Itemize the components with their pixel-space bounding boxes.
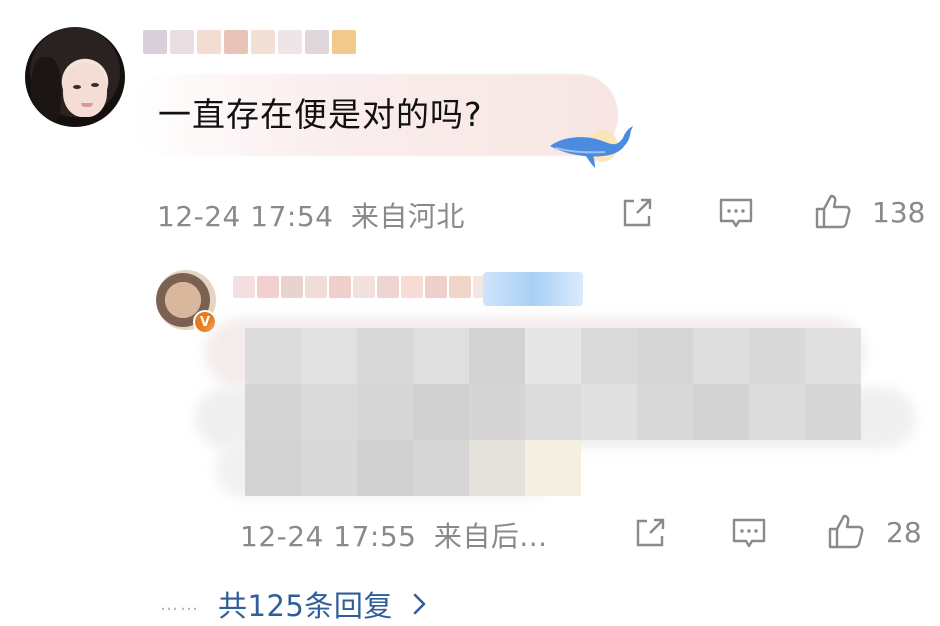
chevron-right-icon[interactable] [411, 591, 429, 617]
mosaic-cell [749, 384, 805, 440]
mosaic-cell [469, 440, 525, 496]
mosaic-cell [525, 440, 581, 496]
mosaic-empty [693, 440, 749, 496]
commenter-avatar[interactable] [25, 27, 125, 127]
reply-like-count: 28 [886, 516, 922, 549]
mosaic-cell [357, 328, 413, 384]
mosaic-cell [245, 328, 301, 384]
mosaic-cell [525, 328, 581, 384]
mosaic-cell [581, 328, 637, 384]
blur-pixel [251, 30, 275, 54]
comment-meta: 12-24 17:54 来自河北 [157, 195, 465, 235]
dots-separator: …… [160, 593, 200, 615]
mosaic-cell [245, 384, 301, 440]
mosaic-cell [469, 328, 525, 384]
mosaic-cell [413, 384, 469, 440]
comment-date: 12-24 17:54 [157, 200, 334, 233]
mosaic-cell [413, 328, 469, 384]
mosaic-cell [357, 384, 413, 440]
share-icon[interactable] [617, 193, 657, 233]
mosaic-cell [301, 384, 357, 440]
blur-pixel [143, 30, 167, 54]
more-replies-row[interactable]: …… 共125条回复 [160, 583, 429, 625]
like-count: 138 [872, 196, 926, 229]
blur-pixel [449, 276, 471, 298]
blur-pixel [197, 30, 221, 54]
blur-pixel [233, 276, 255, 298]
blur-pixel [281, 276, 303, 298]
avatar-eye [91, 83, 99, 87]
reply-text-mosaic [195, 318, 920, 503]
thumbs-up-icon[interactable] [826, 511, 866, 551]
share-icon[interactable] [630, 513, 670, 553]
mosaic-cell [637, 384, 693, 440]
avatar-eye [73, 85, 81, 89]
blur-pixel [332, 30, 356, 54]
mosaic-cell [413, 440, 469, 496]
more-replies-link[interactable]: 共125条回复 [218, 583, 393, 625]
blur-pixel [353, 276, 375, 298]
mosaic-cell [693, 384, 749, 440]
thumbs-up-icon[interactable] [813, 191, 853, 231]
mosaic-cell [301, 328, 357, 384]
mosaic-cell [805, 384, 861, 440]
comment-icon[interactable] [729, 513, 769, 553]
blur-pixel [329, 276, 351, 298]
blur-pixel [425, 276, 447, 298]
mosaic-cell [581, 384, 637, 440]
blur-pixel [257, 276, 279, 298]
blur-pixel [401, 276, 423, 298]
mosaic-empty [581, 440, 637, 496]
reply-meta: 12-24 17:55 来自后... [240, 515, 548, 555]
reply-date: 12-24 17:55 [240, 520, 417, 553]
blur-pixel [170, 30, 194, 54]
mosaic-cell [245, 440, 301, 496]
mosaic-cell [805, 328, 861, 384]
blur-pixel [305, 276, 327, 298]
mosaic-cell [469, 384, 525, 440]
mosaic-cell [357, 440, 413, 496]
whale-icon [550, 126, 633, 168]
comment-text: 一直存在便是对的吗? [158, 95, 483, 134]
comment-location: 来自河北 [350, 200, 465, 233]
avatar-face [63, 63, 107, 117]
commenter-name-blurred[interactable] [143, 28, 356, 56]
blur-pixel [305, 30, 329, 54]
blur-pixel [278, 30, 302, 54]
mosaic-cell [637, 328, 693, 384]
comment-icon[interactable] [716, 193, 756, 233]
blur-pixel [377, 276, 399, 298]
mosaic-cell [525, 384, 581, 440]
avatar-hair [31, 57, 61, 127]
mosaic-empty [637, 440, 693, 496]
mosaic-empty [805, 440, 861, 496]
mosaic-cell [693, 328, 749, 384]
member-badge-blurred [483, 272, 583, 306]
reply-location: 来自后... [433, 520, 548, 553]
mosaic-cell [749, 328, 805, 384]
blur-pixel [224, 30, 248, 54]
mosaic-empty [749, 440, 805, 496]
replier-name-blurred[interactable] [233, 276, 495, 298]
mosaic-cell [301, 440, 357, 496]
